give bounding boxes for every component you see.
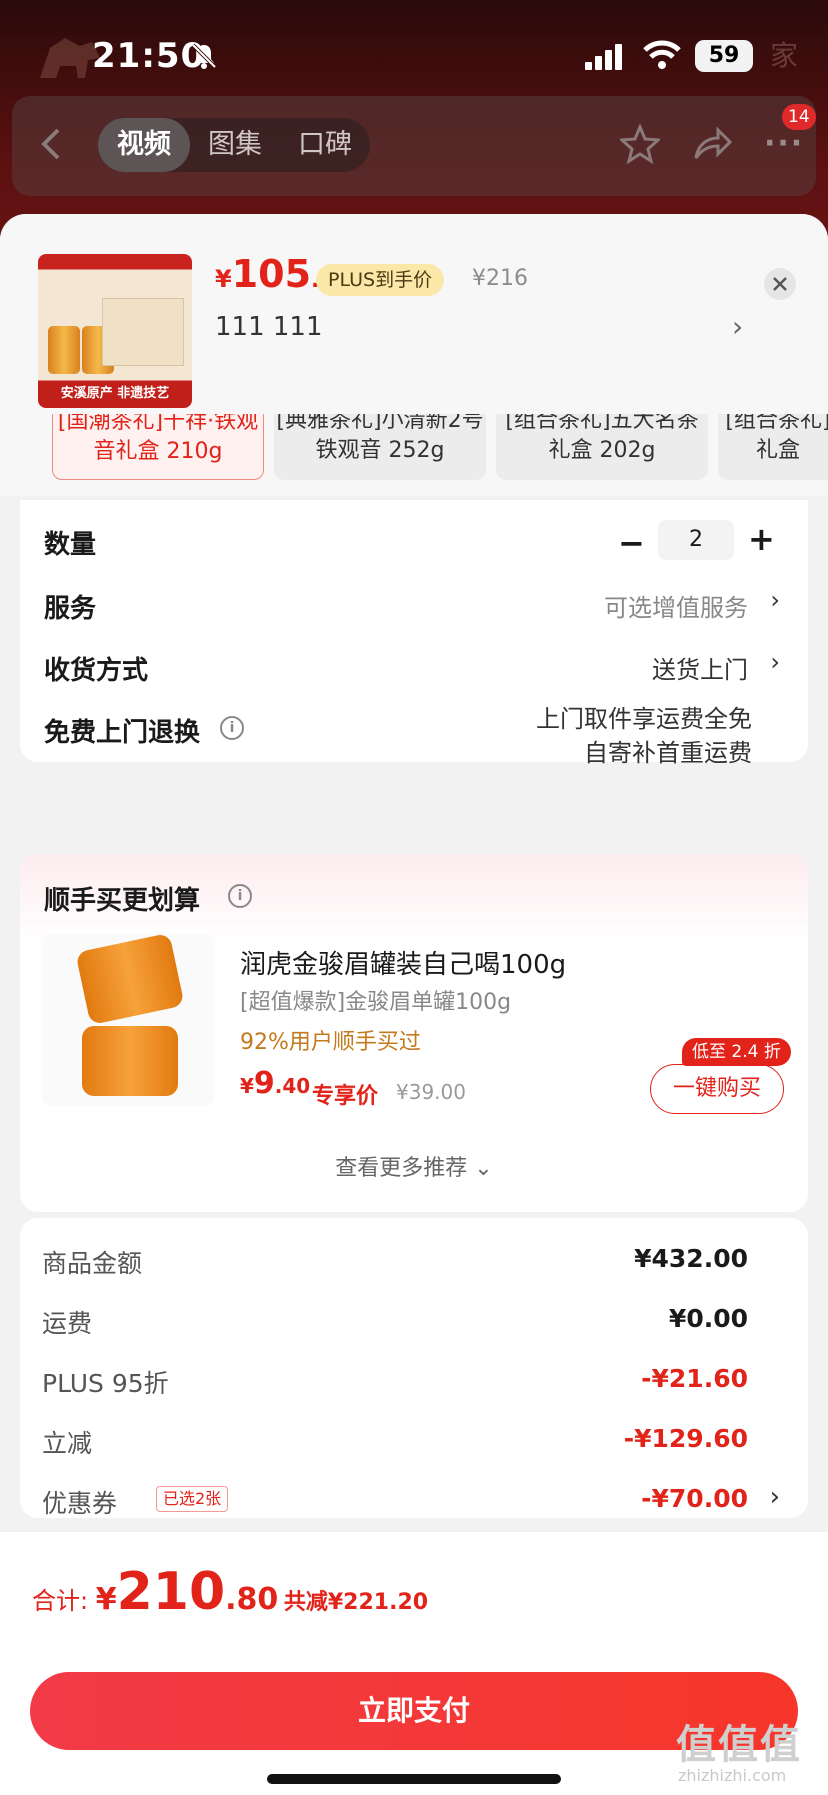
recommend-card: 顺手买更划算 i 润虎金骏眉罐装自己喝100g [超值爆款]金骏眉单罐100g … — [20, 854, 808, 1212]
quantity-input[interactable]: 2 — [658, 520, 734, 560]
chevron-right-icon[interactable]: › — [770, 1482, 780, 1512]
style-chip[interactable]: [组合茶礼]礼盒 — [718, 414, 828, 480]
service-value[interactable]: 可选增值服务 — [604, 588, 748, 623]
order-total: 合计: ¥210.80 共减¥221.20 — [32, 1562, 428, 1622]
star-icon[interactable] — [618, 123, 662, 165]
product-image-banner: 安溪原产 非遗技艺 — [60, 386, 170, 401]
coupon-selected-tag: 已选2张 — [156, 1486, 229, 1512]
style-chip[interactable]: [组合茶礼]五大名茶礼盒 202g — [496, 414, 708, 480]
style-chip[interactable]: [国潮茶礼]千祥·铁观音礼盒 210g — [52, 414, 264, 480]
more-icon[interactable]: ··· — [764, 126, 804, 161]
total-symbol: ¥ — [95, 1582, 117, 1617]
product-can — [48, 326, 80, 374]
summary-value[interactable]: -¥70.00 — [641, 1484, 748, 1513]
price-symbol: ¥ — [240, 1074, 254, 1098]
product-box — [102, 298, 184, 366]
tea-can — [75, 932, 185, 1026]
summary-label: PLUS 95折 — [42, 1369, 169, 1398]
quantity-label: 数量 — [44, 530, 97, 560]
tea-can — [82, 1026, 178, 1096]
recommend-product-name[interactable]: 润虎金骏眉罐装自己喝100g — [240, 944, 566, 981]
price-summary-card: 商品金额 ¥432.00 运费 ¥0.00 PLUS 95折 -¥21.60 立… — [20, 1218, 808, 1518]
media-tabs: 视频 图集 口碑 — [98, 118, 370, 172]
recommend-product-spec: [超值爆款]金骏眉单罐100g — [240, 990, 512, 1015]
chevron-right-icon[interactable]: › — [770, 586, 780, 614]
tab-video[interactable]: 视频 — [98, 118, 190, 172]
quantity-decrease-button[interactable]: − — [618, 524, 645, 562]
purchase-sheet: 安溪原产 非遗技艺 ¥105.4 PLUS到手价 ¥216 111 111 › … — [0, 214, 828, 1795]
total-savings: 共减¥221.20 — [283, 1590, 429, 1615]
recommend-title: 顺手买更划算 — [44, 886, 201, 916]
summary-value: -¥129.60 — [623, 1424, 748, 1453]
delivery-value[interactable]: 送货上门 — [652, 650, 748, 685]
free-return-label: 免费上门退换 — [44, 718, 201, 748]
selected-spec[interactable]: 111 111 — [215, 312, 323, 342]
summary-value: ¥0.00 — [668, 1304, 748, 1333]
price-integer: 9 — [253, 1066, 275, 1101]
info-icon[interactable]: i — [228, 884, 252, 908]
total-integer: 210 — [116, 1562, 226, 1622]
wifi-icon — [643, 40, 681, 70]
plus-price-tag: PLUS到手价 — [316, 264, 445, 296]
total-decimal: .80 — [225, 1582, 279, 1617]
summary-label: 优惠券 — [42, 1489, 118, 1518]
discount-badge: 低至 2.4 折 — [682, 1038, 791, 1066]
product-header: 安溪原产 非遗技艺 ¥105.4 PLUS到手价 ¥216 111 111 › — [0, 214, 828, 414]
chevron-right-icon[interactable]: › — [732, 310, 743, 343]
signal-icon — [585, 44, 623, 70]
summary-value: -¥21.60 — [641, 1364, 748, 1393]
status-bar: 21:50 59 — [0, 0, 828, 110]
product-image: 安溪原产 非遗技艺 — [38, 254, 192, 408]
return-line: 自寄补首重运费 — [584, 739, 752, 767]
tab-gallery[interactable]: 图集 — [190, 118, 280, 172]
price-symbol: ¥ — [215, 265, 232, 293]
more-recommendations-link[interactable]: 查看更多推荐 ⌄ — [20, 1150, 808, 1182]
price-integer: 105 — [231, 252, 312, 296]
return-info: 上门取件享运费全免 自寄补首重运费 — [536, 702, 752, 770]
status-time: 21:50 — [92, 36, 206, 76]
recommend-original-price: ¥39.00 — [396, 1080, 466, 1104]
bell-off-icon — [190, 42, 218, 70]
top-navbar: 视频 图集 口碑 ··· 14 — [12, 96, 816, 196]
recommend-price: ¥9.40 — [240, 1066, 310, 1101]
quantity-increase-button[interactable]: + — [748, 520, 775, 558]
summary-label: 商品金额 — [42, 1249, 143, 1278]
summary-label: 立减 — [42, 1429, 93, 1458]
cart-badge: 14 — [782, 104, 816, 130]
total-label: 合计: — [32, 1587, 96, 1615]
one-click-buy-button[interactable]: 一键购买 — [650, 1064, 784, 1114]
original-price: ¥216 — [472, 266, 528, 291]
chevron-right-icon[interactable]: › — [770, 648, 780, 676]
tab-reviews[interactable]: 口碑 — [280, 118, 370, 172]
return-line: 上门取件享运费全免 — [536, 705, 752, 733]
style-chip[interactable]: [典雅茶礼]小清新2号铁观音 252g — [274, 414, 486, 480]
share-icon[interactable] — [692, 124, 733, 164]
close-icon[interactable] — [764, 268, 796, 300]
info-icon[interactable]: i — [220, 716, 244, 740]
recommend-product-image[interactable] — [42, 932, 214, 1106]
battery-indicator: 59 — [695, 40, 753, 72]
exclusive-price-tag: 专享价 — [312, 1084, 379, 1109]
order-options-card: 数量 − 2 + 服务 可选增值服务 › 收货方式 送货上门 › 免费上门退换 … — [20, 500, 808, 767]
watermark-url: zhizhizhi.com — [678, 1766, 787, 1785]
watermark: 值值值 — [676, 1722, 802, 1768]
style-options: [国潮茶礼]千祥·铁观音礼盒 210g [典雅茶礼]小清新2号铁观音 252g … — [0, 414, 828, 496]
price-decimal: .40 — [274, 1074, 311, 1098]
home-indicator[interactable] — [267, 1774, 561, 1784]
service-label: 服务 — [44, 594, 97, 624]
delivery-label: 收货方式 — [44, 656, 149, 686]
summary-value: ¥432.00 — [634, 1244, 748, 1273]
back-icon[interactable] — [36, 124, 66, 164]
recommend-buyers: 92%用户顺手买过 — [240, 1030, 421, 1055]
summary-label: 运费 — [42, 1309, 93, 1338]
